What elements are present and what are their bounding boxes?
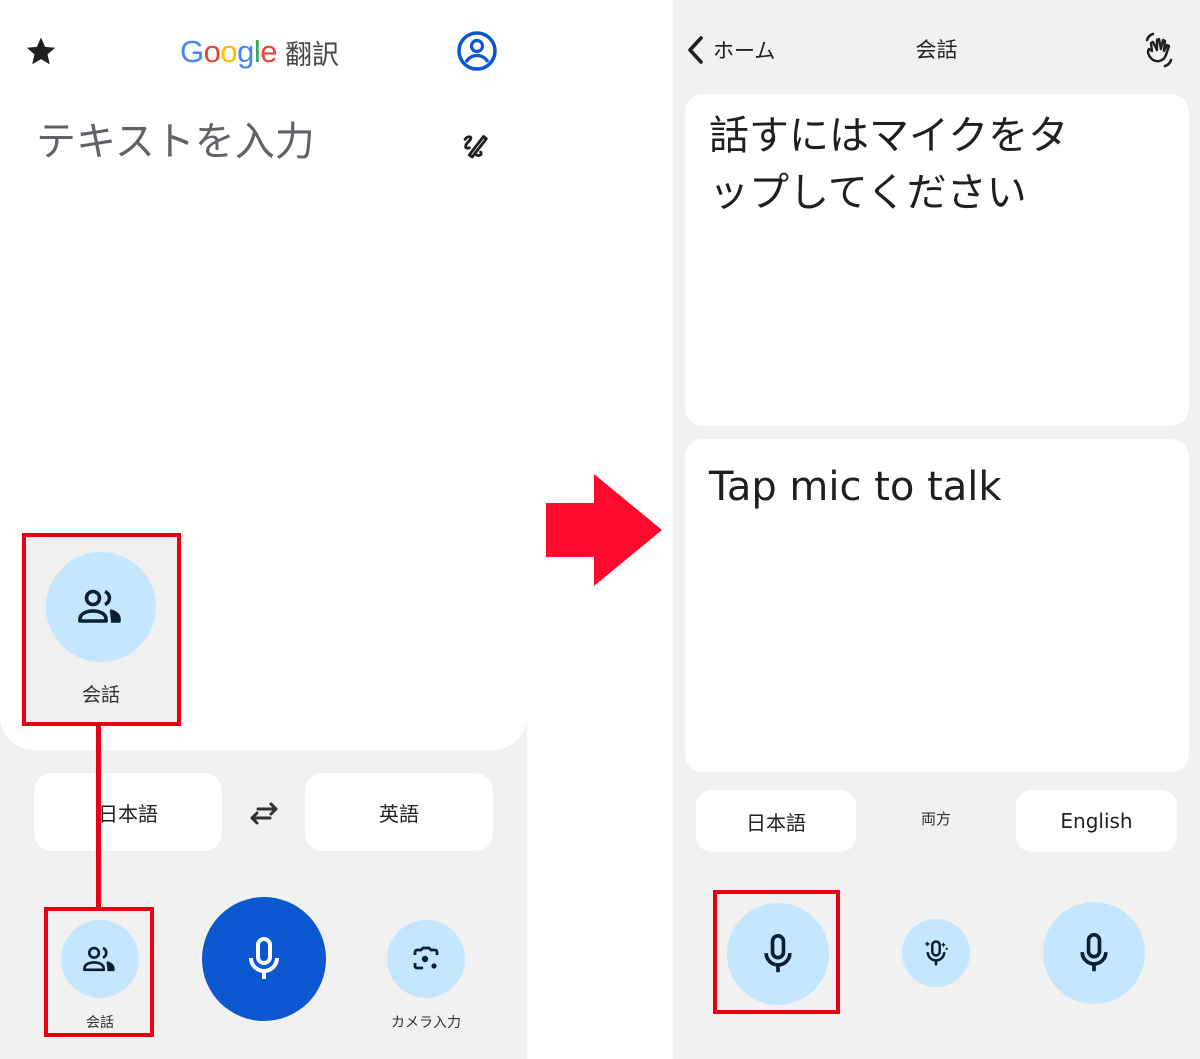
app-title: Google 翻訳 xyxy=(180,30,339,74)
voice-input-button[interactable] xyxy=(202,897,326,1021)
conversation-button-label: 会話 xyxy=(86,1015,114,1031)
mic-icon xyxy=(249,937,279,979)
camera-input-label: カメラ入力 xyxy=(391,1015,461,1031)
english-transcript-card[interactable]: Tap mic to talk xyxy=(685,439,1189,772)
logo-letter: G xyxy=(180,34,204,69)
japanese-language-button[interactable]: 日本語 xyxy=(696,790,856,852)
logo-letter: g xyxy=(237,34,254,69)
source-language-button[interactable]: 日本語 xyxy=(34,773,222,851)
account-circle-icon[interactable] xyxy=(456,30,498,72)
camera-lens-icon xyxy=(413,946,439,970)
camera-input-button[interactable]: カメラ入力 xyxy=(376,920,476,1032)
conversation-popup-label: 会話 xyxy=(81,684,120,706)
handwriting-icon[interactable] xyxy=(458,128,492,162)
auto-detect-mic-button[interactable] xyxy=(902,919,970,987)
logo-letter: e xyxy=(260,34,278,69)
target-language-button[interactable]: 英語 xyxy=(305,773,493,851)
input-sheet: Google 翻訳 会話 xyxy=(0,0,527,750)
conversation-button[interactable]: 会話 xyxy=(60,920,140,1032)
swap-arrows-icon[interactable] xyxy=(244,793,284,833)
english-prompt-text: Tap mic to talk xyxy=(709,464,1002,510)
people-icon xyxy=(83,946,115,971)
people-icon xyxy=(78,589,121,623)
google-logo: Google xyxy=(180,34,278,70)
japanese-transcript-card[interactable]: 話すにはマイクをタップしてください xyxy=(685,94,1189,426)
waving-hand-icon[interactable] xyxy=(1139,30,1179,70)
conversation-popup-button[interactable]: 会話 xyxy=(22,534,180,724)
english-mic-button[interactable] xyxy=(1043,902,1145,1004)
japanese-mic-button[interactable] xyxy=(727,903,829,1005)
english-language-button[interactable]: English xyxy=(1016,790,1177,852)
text-input[interactable] xyxy=(36,112,416,172)
conversation-popup-circle xyxy=(46,552,156,662)
conversation-screen: ホーム 会話 話すにはマイクをタップしてください Tap mic to talk… xyxy=(673,0,1200,1059)
voice-input-circle xyxy=(202,897,326,1021)
auto-mic-sparkle-icon xyxy=(925,940,948,966)
app-title-suffix: 翻訳 xyxy=(285,39,340,71)
mic-icon xyxy=(764,934,792,973)
highlight-connector-line xyxy=(96,726,101,908)
right-arrow-icon xyxy=(546,474,662,586)
mic-icon xyxy=(1080,933,1108,972)
both-languages-label: 両方 xyxy=(920,810,951,828)
camera-input-circle xyxy=(387,920,465,998)
logo-letter: o xyxy=(220,34,238,69)
star-icon[interactable] xyxy=(24,34,58,68)
logo-letter: o xyxy=(203,34,221,69)
page-title: 会話 xyxy=(915,38,958,62)
home-screen: Google 翻訳 会話 xyxy=(0,0,527,1059)
conversation-button-circle xyxy=(61,920,139,998)
japanese-prompt-text: 話すにはマイクをタップしてください xyxy=(709,113,1069,216)
